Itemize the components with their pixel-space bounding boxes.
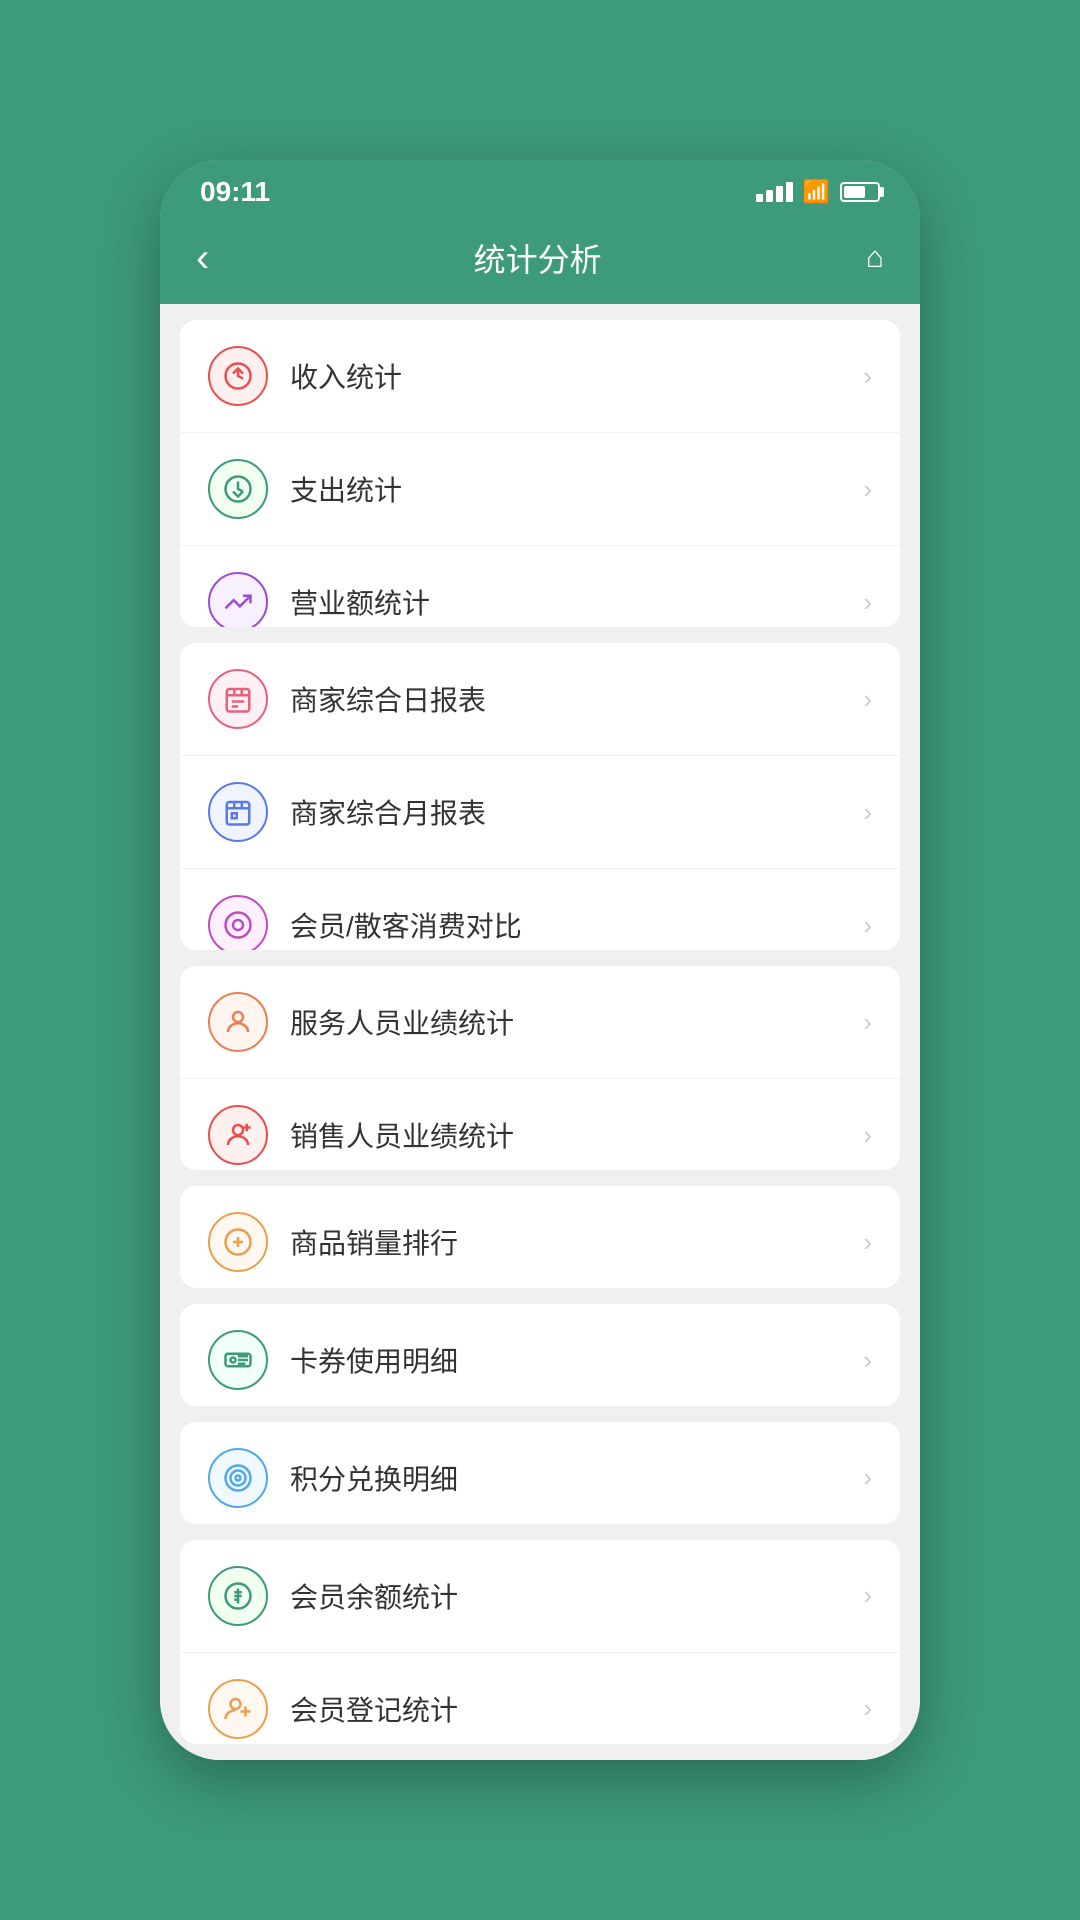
member-compare-icon — [208, 895, 268, 950]
expense-icon — [208, 459, 268, 519]
wifi-icon: 📶 — [803, 179, 830, 205]
member-register-arrow: › — [863, 1693, 872, 1724]
menu-item-points-exchange[interactable]: 积分兑换明细› — [180, 1422, 900, 1524]
points-exchange-label: 积分兑换明细 — [290, 1458, 863, 1498]
menu-item-member-balance[interactable]: 会员余额统计› — [180, 1540, 900, 1653]
sales-staff-arrow: › — [863, 1120, 872, 1151]
menu-group-group6: 积分兑换明细› — [180, 1422, 900, 1524]
daily-report-icon — [208, 669, 268, 729]
product-rank-label: 商品销量排行 — [290, 1222, 863, 1262]
service-staff-arrow: › — [863, 1007, 872, 1038]
back-button[interactable]: ‹ — [190, 232, 215, 284]
content-area: 收入统计›支出统计›营业额统计›商家综合日报表›商家综合月报表›会员/散客消费对… — [160, 304, 920, 1760]
menu-group-group5: 卡券使用明细› — [180, 1304, 900, 1406]
daily-report-arrow: › — [863, 684, 872, 715]
status-bar: 09:11 📶 — [160, 160, 920, 218]
menu-item-revenue[interactable]: 营业额统计› — [180, 546, 900, 627]
income-icon — [208, 346, 268, 406]
menu-item-member-register[interactable]: 会员登记统计› — [180, 1653, 900, 1744]
nav-bar: ‹ 统计分析 ⌂ — [160, 218, 920, 304]
service-staff-label: 服务人员业绩统计 — [290, 1002, 863, 1042]
income-label: 收入统计 — [290, 356, 863, 396]
monthly-report-label: 商家综合月报表 — [290, 792, 863, 832]
member-balance-arrow: › — [863, 1580, 872, 1611]
expense-label: 支出统计 — [290, 469, 863, 509]
product-rank-icon — [208, 1212, 268, 1272]
revenue-label: 营业额统计 — [290, 582, 863, 622]
menu-item-product-rank[interactable]: 商品销量排行› — [180, 1186, 900, 1288]
page-title: 统计分析 — [474, 235, 602, 281]
income-arrow: › — [863, 361, 872, 392]
points-exchange-icon — [208, 1448, 268, 1508]
revenue-icon — [208, 572, 268, 627]
menu-group-group3: 服务人员业绩统计›销售人员业绩统计› — [180, 966, 900, 1170]
coupon-detail-arrow: › — [863, 1345, 872, 1376]
menu-group-group1: 收入统计›支出统计›营业额统计› — [180, 320, 900, 627]
revenue-arrow: › — [863, 587, 872, 618]
menu-group-group4: 商品销量排行› — [180, 1186, 900, 1288]
points-exchange-arrow: › — [863, 1462, 872, 1493]
menu-item-daily-report[interactable]: 商家综合日报表› — [180, 643, 900, 756]
monthly-report-arrow: › — [863, 797, 872, 828]
member-balance-icon — [208, 1566, 268, 1626]
home-button[interactable]: ⌂ — [860, 235, 890, 281]
status-icons: 📶 — [756, 179, 880, 205]
sales-staff-icon — [208, 1105, 268, 1165]
menu-group-group7: 会员余额统计›会员登记统计› — [180, 1540, 900, 1744]
signal-icon — [756, 182, 793, 202]
member-compare-arrow: › — [863, 910, 872, 941]
phone-frame: 09:11 📶 ‹ 统计分析 ⌂ 收入统计›支出统计›营业额统计›商家综合日报表… — [160, 160, 920, 1760]
product-rank-arrow: › — [863, 1227, 872, 1258]
menu-group-group2: 商家综合日报表›商家综合月报表›会员/散客消费对比› — [180, 643, 900, 950]
menu-item-coupon-detail[interactable]: 卡券使用明细› — [180, 1304, 900, 1406]
menu-item-sales-staff[interactable]: 销售人员业绩统计› — [180, 1079, 900, 1170]
daily-report-label: 商家综合日报表 — [290, 679, 863, 719]
service-staff-icon — [208, 992, 268, 1052]
member-compare-label: 会员/散客消费对比 — [290, 905, 863, 945]
member-register-label: 会员登记统计 — [290, 1689, 863, 1729]
battery-icon — [840, 182, 880, 202]
menu-item-income[interactable]: 收入统计› — [180, 320, 900, 433]
member-register-icon — [208, 1679, 268, 1739]
status-time: 09:11 — [200, 176, 270, 208]
menu-item-service-staff[interactable]: 服务人员业绩统计› — [180, 966, 900, 1079]
coupon-detail-icon — [208, 1330, 268, 1390]
member-balance-label: 会员余额统计 — [290, 1576, 863, 1616]
sales-staff-label: 销售人员业绩统计 — [290, 1115, 863, 1155]
coupon-detail-label: 卡券使用明细 — [290, 1340, 863, 1380]
menu-item-monthly-report[interactable]: 商家综合月报表› — [180, 756, 900, 869]
menu-item-member-compare[interactable]: 会员/散客消费对比› — [180, 869, 900, 950]
monthly-report-icon — [208, 782, 268, 842]
expense-arrow: › — [863, 474, 872, 505]
menu-item-expense[interactable]: 支出统计› — [180, 433, 900, 546]
